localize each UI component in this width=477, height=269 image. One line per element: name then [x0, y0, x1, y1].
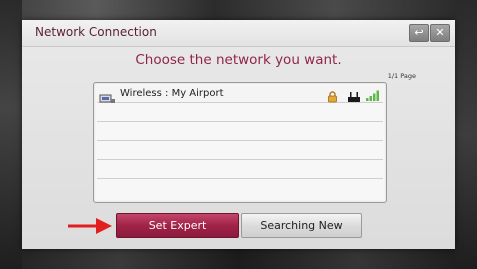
dialog-title: Network Connection	[35, 25, 157, 39]
red-pointer-arrow-icon	[66, 215, 114, 241]
background-right	[455, 0, 477, 269]
close-icon: ✕	[435, 26, 445, 39]
set-expert-button[interactable]: Set Expert	[116, 213, 239, 238]
background-left	[0, 0, 22, 269]
page-indicator: 1/1 Page	[387, 72, 416, 80]
empty-list-row	[97, 105, 383, 122]
network-list: Wireless : My Airport	[93, 82, 387, 203]
signal-strength-icon	[365, 87, 381, 106]
empty-list-row	[97, 124, 383, 141]
close-button[interactable]: ✕	[430, 24, 450, 42]
dialog-prompt: Choose the network you want.	[135, 52, 342, 68]
background-bottom	[0, 249, 477, 269]
searching-new-button[interactable]: Searching New	[241, 213, 362, 238]
back-arrow-icon: ↩	[414, 26, 424, 39]
network-name: Wireless : My Airport	[120, 88, 224, 99]
network-list-item[interactable]: Wireless : My Airport	[97, 86, 383, 103]
dialog-titlebar: Network Connection ↩ ✕	[22, 20, 455, 47]
background-top	[0, 0, 477, 20]
empty-list-row	[97, 143, 383, 160]
empty-list-row	[97, 162, 383, 179]
back-button[interactable]: ↩	[409, 24, 429, 42]
